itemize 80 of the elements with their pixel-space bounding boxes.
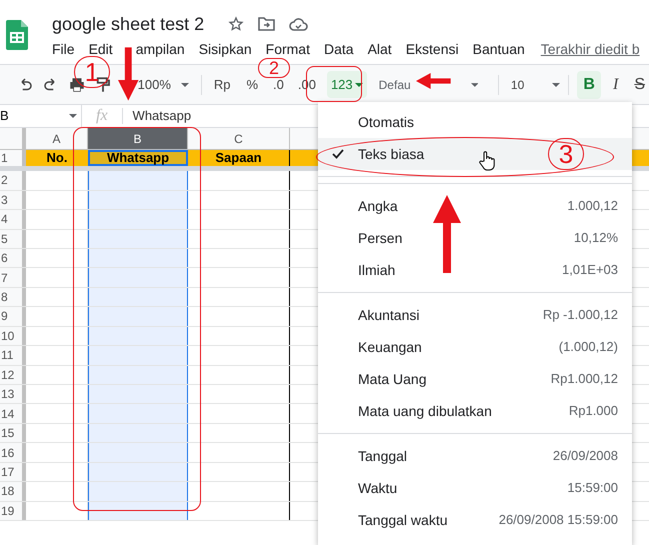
table-cell: No. bbox=[26, 150, 88, 166]
strikethrough-button[interactable]: S bbox=[630, 72, 649, 96]
column-header[interactable]: C bbox=[188, 128, 290, 150]
number-format-button[interactable]: 123 bbox=[326, 70, 367, 98]
format-option[interactable]: Mata uang dibulatkan Rp1.000 bbox=[318, 395, 632, 427]
format-option[interactable]: Otomatis bbox=[318, 106, 632, 138]
menu-item[interactable]: File bbox=[52, 39, 75, 60]
menu-item[interactable]: Format bbox=[266, 39, 310, 60]
print-icon[interactable] bbox=[68, 76, 86, 94]
menu-item[interactable]: Sisipkan bbox=[198, 39, 252, 60]
format-option[interactable]: Mata Uang Rp1.000,12 bbox=[318, 363, 632, 395]
row-number[interactable]: 8 bbox=[0, 288, 26, 306]
annotation-number: 3 bbox=[548, 138, 584, 170]
format-option[interactable]: Keuangan (1.000,12) bbox=[318, 331, 632, 363]
row-number[interactable]: 1 bbox=[0, 150, 26, 166]
row-number[interactable]: 5 bbox=[0, 230, 26, 248]
caret-icon bbox=[69, 114, 77, 118]
caret-icon bbox=[470, 82, 478, 86]
column-header[interactable]: B bbox=[88, 128, 188, 150]
format-example: 1.000,12 bbox=[567, 197, 618, 216]
format-option[interactable]: Ilmiah 1,01E+03 bbox=[318, 254, 632, 286]
menu-item[interactable]: Ekstensi bbox=[406, 39, 459, 60]
row-number[interactable]: 9 bbox=[0, 307, 26, 326]
row-number[interactable]: 17 bbox=[0, 462, 26, 482]
cloud-icon[interactable] bbox=[289, 18, 308, 30]
name-box[interactable]: B bbox=[0, 105, 82, 127]
row-number[interactable]: 4 bbox=[0, 210, 26, 229]
bold-button[interactable]: B bbox=[577, 70, 601, 98]
format-option[interactable]: Angka 1.000,12 bbox=[318, 190, 632, 222]
menu-item[interactable]: Bantuan bbox=[472, 39, 525, 60]
font-size-dropdown[interactable]: 10 bbox=[510, 76, 560, 94]
format-option[interactable]: Akuntansi Rp -1.000,12 bbox=[318, 299, 632, 331]
document-title[interactable]: google sheet test 2 bbox=[52, 12, 204, 36]
format-example: 26/09/2008 bbox=[552, 447, 618, 466]
last-edit-link[interactable]: Terakhir diedit b bbox=[540, 39, 640, 60]
row-number[interactable]: 3 bbox=[0, 190, 26, 210]
annotation-number: 2 bbox=[258, 58, 290, 78]
format-option[interactable]: Tanggal 26/09/2008 bbox=[318, 440, 632, 472]
row-number[interactable]: 7 bbox=[0, 268, 26, 287]
format-example: 10,12% bbox=[574, 229, 618, 248]
caret-icon bbox=[552, 82, 560, 86]
row-number[interactable]: 15 bbox=[0, 424, 26, 442]
sheets-logo-icon[interactable] bbox=[6, 20, 28, 50]
font-dropdown[interactable]: Defau bbox=[378, 76, 411, 94]
row-number[interactable]: 6 bbox=[0, 248, 26, 268]
format-example: (1.000,12) bbox=[558, 338, 618, 356]
row-number[interactable]: 10 bbox=[0, 326, 26, 346]
row-number[interactable]: 12 bbox=[0, 366, 26, 384]
format-example: Rp -1.000,12 bbox=[542, 306, 618, 324]
table-cell: Sapaan bbox=[188, 150, 290, 166]
zoom-dropdown[interactable]: 100% bbox=[136, 74, 191, 94]
format-option[interactable]: Tanggal waktu 26/09/2008 15:59:00 bbox=[318, 504, 632, 536]
format-example: 15:59:00 bbox=[567, 479, 618, 498]
format-example: 1,01E+03 bbox=[562, 261, 618, 280]
format-example: 26/09/2008 15:59:00 bbox=[498, 511, 618, 530]
format-option[interactable]: Persen 10,12% bbox=[318, 222, 632, 254]
row-number[interactable]: 16 bbox=[0, 443, 26, 462]
fx-label: fx bbox=[96, 106, 108, 126]
checkmark-icon bbox=[332, 149, 344, 159]
format-option[interactable]: Waktu 15:59:00 bbox=[318, 472, 632, 504]
italic-button[interactable]: I bbox=[608, 72, 622, 96]
row-number[interactable]: 11 bbox=[0, 346, 26, 365]
row-number[interactable]: 18 bbox=[0, 482, 26, 501]
menu-item[interactable]: ampilan bbox=[136, 39, 185, 60]
format-example: Rp1.000,12 bbox=[550, 370, 618, 388]
table-cell: Whatsapp bbox=[88, 150, 188, 166]
row-number[interactable]: 19 bbox=[0, 502, 26, 520]
folder-icon[interactable] bbox=[258, 17, 276, 31]
format-example: Rp1.000 bbox=[568, 402, 618, 420]
row-number[interactable]: 2 bbox=[0, 171, 26, 190]
star-icon[interactable] bbox=[228, 16, 244, 32]
currency-button[interactable]: Rp bbox=[210, 74, 234, 94]
menu-item[interactable]: Data bbox=[324, 39, 354, 60]
row-number[interactable]: 14 bbox=[0, 404, 26, 423]
annotation-number: 1 bbox=[74, 56, 110, 88]
menu-item[interactable]: Alat bbox=[368, 39, 392, 60]
caret-icon bbox=[180, 82, 189, 86]
row-number[interactable]: 13 bbox=[0, 385, 26, 404]
hand-cursor-icon bbox=[479, 151, 495, 171]
caret-icon bbox=[354, 82, 363, 86]
